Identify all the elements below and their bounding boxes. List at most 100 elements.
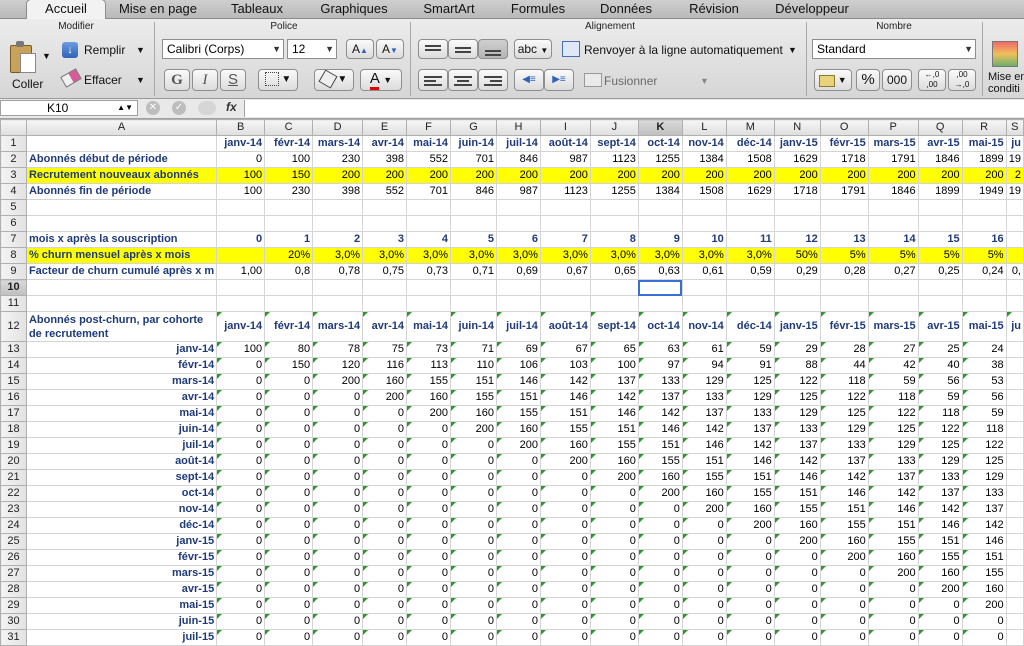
cancel-icon[interactable]: ✕ (146, 101, 160, 115)
row-label[interactable]: Facteur de churn cumulé après x m (25, 263, 218, 280)
cell[interactable]: 142 (961, 517, 1007, 534)
cell[interactable]: janv-15 (773, 135, 821, 152)
cell[interactable] (681, 199, 727, 216)
column-header[interactable]: Q (917, 119, 963, 136)
cell[interactable]: 200 (539, 453, 591, 470)
cell[interactable] (216, 247, 266, 264)
cell[interactable] (1005, 295, 1024, 312)
cell[interactable] (867, 199, 919, 216)
cell[interactable]: 1123 (539, 183, 591, 200)
column-header[interactable]: H (495, 119, 541, 136)
cell[interactable]: 29 (773, 341, 821, 358)
cell[interactable]: 200 (637, 485, 683, 502)
borders-button[interactable]: ▼ (258, 69, 298, 91)
row-header[interactable]: 12 (0, 311, 27, 342)
cell[interactable]: 142 (637, 405, 683, 422)
cell[interactable] (1005, 405, 1024, 422)
increase-font-button[interactable]: A▲ (346, 39, 374, 59)
cell[interactable]: 40 (917, 357, 963, 374)
cell[interactable]: 0 (406, 565, 452, 582)
cell[interactable]: 0 (495, 517, 541, 534)
cell[interactable] (637, 295, 683, 312)
cell[interactable]: 200 (450, 167, 497, 184)
cell[interactable]: 0 (362, 565, 408, 582)
cell[interactable]: 118 (867, 389, 919, 406)
cell[interactable]: 0 (867, 629, 919, 646)
cell[interactable]: 3,0% (362, 247, 408, 264)
formula-input[interactable] (244, 100, 1024, 117)
cell[interactable] (773, 279, 821, 296)
cell[interactable]: 0,59 (725, 263, 775, 280)
cell[interactable]: 0 (961, 613, 1007, 630)
cell[interactable]: 0 (362, 613, 408, 630)
cell[interactable] (312, 199, 364, 216)
cell[interactable]: 133 (773, 421, 821, 438)
column-header[interactable]: C (264, 119, 314, 136)
cell[interactable]: 0 (216, 629, 266, 646)
currency-button[interactable]: ▼ (814, 69, 852, 91)
cell[interactable]: 160 (725, 501, 775, 518)
cell[interactable]: 100 (216, 183, 266, 200)
wrap-text-dropdown-icon[interactable]: ▼ (788, 45, 797, 55)
row-label[interactable]: mars-14 (25, 373, 218, 390)
cell[interactable]: 0 (637, 533, 683, 550)
column-header[interactable]: B (216, 119, 266, 136)
cell[interactable]: 0 (589, 613, 639, 630)
cell[interactable]: 0 (450, 629, 497, 646)
cell[interactable]: 0 (362, 517, 408, 534)
cell[interactable]: août-14 (539, 311, 591, 342)
cell[interactable]: 0 (495, 581, 541, 598)
cell[interactable]: 1629 (773, 151, 821, 168)
cell[interactable] (589, 215, 639, 232)
cell[interactable] (1005, 357, 1024, 374)
cell[interactable] (362, 199, 408, 216)
wrap-text-button[interactable]: Renvoyer à la ligne automatiquement (584, 43, 783, 57)
cell[interactable]: 7 (539, 231, 591, 248)
cell[interactable]: 103 (539, 357, 591, 374)
cell[interactable]: 73 (406, 341, 452, 358)
cell[interactable]: 155 (637, 453, 683, 470)
row-header[interactable]: 3 (0, 167, 27, 184)
cell[interactable]: 142 (539, 373, 591, 390)
cell[interactable]: 987 (539, 151, 591, 168)
cell[interactable] (25, 279, 218, 296)
cell[interactable]: 0,75 (362, 263, 408, 280)
cell[interactable]: 0 (216, 485, 266, 502)
cell[interactable]: 125 (917, 437, 963, 454)
cell[interactable]: 129 (917, 453, 963, 470)
cell[interactable]: 0,78 (312, 263, 364, 280)
cell[interactable]: 19 (1005, 183, 1024, 200)
cell[interactable]: 0 (539, 533, 591, 550)
column-header[interactable]: I (539, 119, 591, 136)
select-all-corner[interactable] (0, 119, 27, 136)
row-label[interactable]: juin-14 (25, 421, 218, 438)
cell[interactable]: 78 (312, 341, 364, 358)
cell[interactable]: 0 (216, 517, 266, 534)
row-header[interactable]: 4 (0, 183, 27, 200)
cell[interactable]: 146 (681, 437, 727, 454)
row-label[interactable]: nov-14 (25, 501, 218, 518)
cell[interactable]: 42 (867, 357, 919, 374)
cell[interactable] (495, 199, 541, 216)
cell[interactable]: mars-15 (867, 311, 919, 342)
cell[interactable] (637, 279, 683, 296)
row-header[interactable]: 28 (0, 581, 27, 598)
cell[interactable]: 5 (450, 231, 497, 248)
row-header[interactable]: 15 (0, 373, 27, 390)
cell[interactable]: ju (1005, 135, 1024, 152)
cell[interactable]: 116 (362, 357, 408, 374)
cell[interactable]: 129 (681, 373, 727, 390)
cell[interactable]: 701 (450, 151, 497, 168)
row-header[interactable]: 29 (0, 597, 27, 614)
cell[interactable]: 146 (539, 389, 591, 406)
cell[interactable] (406, 199, 452, 216)
cell[interactable] (495, 279, 541, 296)
cell[interactable]: 987 (495, 183, 541, 200)
cell[interactable]: 0 (450, 549, 497, 566)
cell[interactable]: 0 (362, 549, 408, 566)
cell[interactable]: 94 (681, 357, 727, 374)
cell[interactable]: 846 (495, 151, 541, 168)
row-header[interactable]: 25 (0, 533, 27, 550)
cell[interactable]: 0 (264, 501, 314, 518)
row-label[interactable]: mois x après la souscription (25, 231, 218, 248)
